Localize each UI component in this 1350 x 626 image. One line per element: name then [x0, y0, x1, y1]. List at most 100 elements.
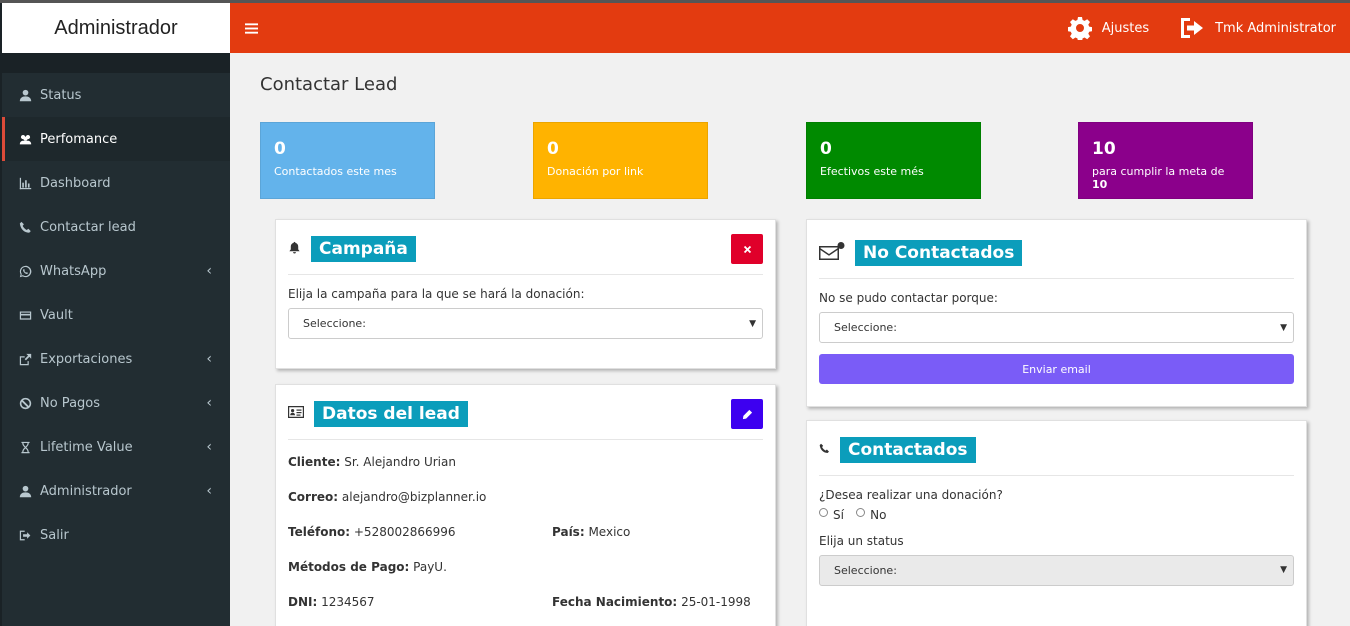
stat-meta: 10 para cumplir la meta de 10: [1078, 122, 1253, 199]
gear-icon: [1067, 17, 1092, 40]
users-icon: [18, 132, 32, 146]
id-card-icon: [288, 406, 304, 422]
lead-correo-row: Correo: alejandro@bizplanner.io: [288, 489, 487, 504]
close-icon: [743, 245, 751, 253]
share-icon: [18, 352, 32, 366]
donacion-radio-group: Sí No: [819, 507, 1294, 524]
chevron-left-icon: ‹: [206, 439, 212, 455]
sidebar-item-exportaciones[interactable]: Exportaciones ‹: [2, 337, 230, 381]
sidebar-item-dashboard[interactable]: Dashboard: [2, 161, 230, 205]
sidebar-item-perfomance[interactable]: Perfomance: [2, 117, 230, 161]
sidebar-item-label: Exportaciones: [40, 351, 133, 367]
sidebar-spacer: [2, 53, 230, 73]
no-contactados-body: No se pudo contactar porque: Seleccione:…: [807, 279, 1306, 396]
envelope-notification-icon: [819, 242, 845, 264]
edit-button[interactable]: [731, 399, 763, 429]
sidebar-item-no-pagos[interactable]: No Pagos ‹: [2, 381, 230, 425]
no-contactados-panel: No Contactados No se pudo contactar porq…: [806, 219, 1307, 407]
sidebar-item-lifetime-value[interactable]: Lifetime Value ‹: [2, 425, 230, 469]
settings-label: Ajustes: [1101, 20, 1150, 36]
campana-panel: Campaña Elija la campaña para la que se …: [275, 219, 776, 369]
sidebar-item-label: Lifetime Value: [40, 439, 133, 455]
phone-icon: [18, 220, 32, 234]
stat-value: 10: [1092, 139, 1116, 159]
stat-efectivos: 0 Efectivos este més: [806, 122, 981, 199]
user-label: Tmk Administrator: [1215, 20, 1336, 36]
lead-fecha: Fecha Nacimiento: 25-01-1998: [552, 594, 751, 609]
sidebar-item-label: Perfomance: [40, 131, 118, 147]
radio-no[interactable]: No: [856, 507, 886, 522]
stat-donacion-link: 0 Donación por link: [533, 122, 708, 199]
campana-prompt: Elija la campaña para la que se hará la …: [288, 287, 585, 301]
stat-value: 0: [547, 139, 559, 159]
user-icon: [18, 88, 32, 102]
no-contactados-title: No Contactados: [855, 240, 1023, 266]
stat-label: Contactados este mes: [274, 165, 397, 178]
stat-label: Donación por link: [547, 165, 644, 178]
sidebar-item-label: WhatsApp: [40, 263, 107, 279]
status-select[interactable]: Seleccione: ▼: [819, 554, 1294, 586]
navbar-right: Ajustes Tmk Administrator: [1038, 3, 1336, 53]
lead-cliente: Sr. Alejandro Urian: [344, 454, 456, 469]
user-icon: [18, 484, 32, 498]
chevron-left-icon: ‹: [206, 263, 212, 279]
caret-down-icon: ▼: [1280, 565, 1287, 575]
main-content: Contactar Lead 0 Contactados este mes 0 …: [230, 53, 1350, 626]
campana-title: Campaña: [311, 236, 416, 262]
enviar-email-button[interactable]: Enviar email: [819, 354, 1294, 384]
bar-chart-icon: [18, 176, 32, 190]
chevron-left-icon: ‹: [206, 483, 212, 499]
user-menu-button[interactable]: Tmk Administrator: [1179, 17, 1336, 39]
lead-metodos-row: Métodos de Pago: PayU.: [288, 559, 447, 574]
settings-button[interactable]: Ajustes: [1067, 16, 1150, 40]
lead-telefono-row: Teléfono: +528002866996 País: Mexico: [288, 524, 631, 539]
lead-correo: alejandro@bizplanner.io: [341, 489, 487, 504]
sidebar-item-contactar-lead[interactable]: Contactar lead: [2, 205, 230, 249]
radio-si[interactable]: Sí: [819, 507, 844, 522]
caret-down-icon: ▼: [749, 318, 756, 329]
contactados-body: ¿Desea realizar una donación? Sí No Elij…: [807, 476, 1306, 598]
select-value: Seleccione:: [834, 321, 897, 334]
select-value: Seleccione:: [303, 317, 366, 330]
contactados-header: Contactados: [819, 421, 1294, 476]
top-navbar: Ajustes Tmk Administrator: [230, 3, 1350, 53]
sidebar-item-status[interactable]: Status: [2, 73, 230, 117]
lead-cliente-row: Cliente: Sr. Alejandro Urian: [288, 454, 456, 469]
stat-label: para cumplir la meta de 10: [1092, 165, 1225, 191]
datos-title: Datos del lead: [314, 401, 468, 427]
lead-dni-row: DNI: 1234567 Fecha Nacimiento: 25-01-199…: [288, 594, 751, 609]
sidebar-item-salir[interactable]: Salir: [2, 513, 230, 557]
ban-icon: [18, 396, 32, 410]
datos-lead-panel: Datos del lead Cliente: Sr. Alejandro Ur…: [275, 384, 776, 626]
campana-body: Elija la campaña para la que se hará la …: [276, 275, 775, 351]
campana-select[interactable]: Seleccione: ▼: [288, 308, 763, 339]
chevron-left-icon: ‹: [206, 351, 212, 367]
sidebar-toggle-button[interactable]: [230, 3, 272, 53]
sidebar-item-vault[interactable]: Vault: [2, 293, 230, 337]
sidebar-item-label: Status: [40, 87, 82, 103]
pencil-icon: [742, 409, 752, 419]
contactados-panel: Contactados ¿Desea realizar una donación…: [806, 420, 1307, 626]
brand-logo[interactable]: Administrador: [0, 3, 230, 53]
sidebar-item-whatsapp[interactable]: WhatsApp ‹: [2, 249, 230, 293]
sidebar-item-label: Administrador: [40, 483, 132, 499]
caret-down-icon: ▼: [1280, 322, 1287, 333]
chevron-left-icon: ‹: [206, 395, 212, 411]
status-label: Elija un status: [819, 533, 904, 548]
lead-dni: 1234567: [321, 594, 375, 609]
phone-icon: [819, 443, 830, 458]
sidebar-item-administrador[interactable]: Administrador ‹: [2, 469, 230, 513]
close-button[interactable]: [731, 234, 763, 264]
radio-circle: [819, 507, 828, 517]
stat-value: 0: [820, 139, 832, 159]
credit-card-icon: [18, 308, 32, 322]
no-contactados-select[interactable]: Seleccione: ▼: [819, 312, 1294, 343]
page-title: Contactar Lead: [260, 74, 398, 95]
no-contactados-prompt: No se pudo contactar porque:: [819, 291, 998, 305]
sign-out-icon: [18, 528, 32, 542]
lead-metodos: PayU.: [413, 559, 447, 574]
select-value: Seleccione:: [834, 563, 897, 577]
lead-telefono: +528002866996: [353, 524, 456, 539]
sidebar-item-label: No Pagos: [40, 395, 101, 411]
sidebar-item-label: Salir: [40, 527, 69, 543]
